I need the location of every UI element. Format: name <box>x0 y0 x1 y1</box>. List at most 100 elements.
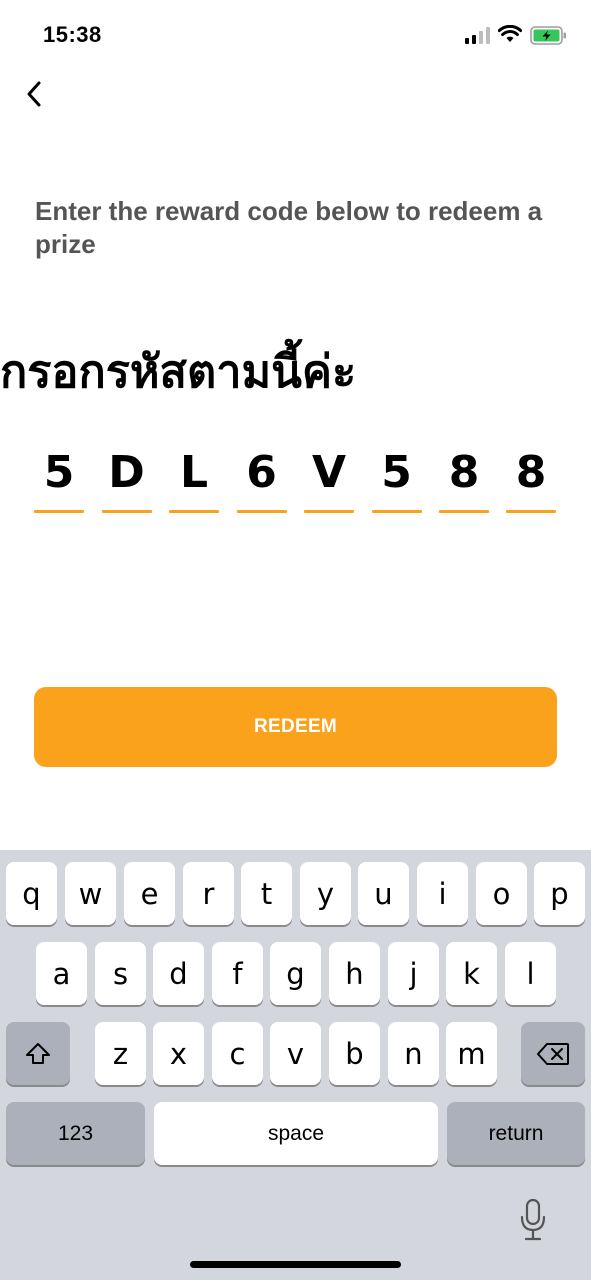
delete-key[interactable] <box>521 1022 585 1085</box>
return-key[interactable]: return <box>447 1102 585 1165</box>
shift-key[interactable] <box>6 1022 70 1085</box>
code-input-row[interactable]: 5 D L 6 V 5 8 8 <box>34 445 556 515</box>
key-label: m <box>457 1036 486 1071</box>
code-slot-1[interactable]: 5 <box>34 445 84 515</box>
status-time: 15:38 <box>43 22 102 47</box>
code-char: 8 <box>448 447 480 498</box>
key-label: w <box>78 876 103 911</box>
code-char: 6 <box>246 447 277 498</box>
instruction-text: Enter the reward code below to redeem a … <box>35 196 543 259</box>
key-a[interactable]: a <box>36 942 87 1005</box>
wifi-icon <box>498 25 522 42</box>
code-underline <box>169 510 219 513</box>
key-v[interactable]: v <box>270 1022 321 1085</box>
code-slot-3[interactable]: L <box>169 445 219 515</box>
microphone-icon[interactable] <box>517 1198 549 1242</box>
key-e[interactable]: e <box>124 862 175 925</box>
code-slot-7[interactable]: 8 <box>439 445 489 515</box>
key-d[interactable]: d <box>153 942 204 1005</box>
chevron-left-icon <box>27 81 41 107</box>
code-char: V <box>311 447 347 498</box>
key-label: r <box>202 876 215 911</box>
code-underline <box>304 510 354 513</box>
key-label: g <box>286 956 305 991</box>
code-slot-2[interactable]: D <box>101 445 152 515</box>
redeem-button[interactable]: REDEEM <box>34 687 557 767</box>
key-label: y <box>316 876 335 911</box>
status-bar: 15:38 <box>0 0 591 70</box>
key-label: space <box>267 1121 325 1145</box>
key-label: return <box>488 1121 544 1145</box>
key-x[interactable]: x <box>153 1022 204 1085</box>
key-label: x <box>169 1036 188 1071</box>
key-label: v <box>286 1036 305 1071</box>
code-heading: กรอกรหัสตามนี้ค่ะ <box>0 345 357 398</box>
redeem-button-label: REDEEM <box>253 716 338 737</box>
key-label: i <box>438 876 447 911</box>
key-label: s <box>112 956 129 991</box>
code-underline <box>371 510 422 513</box>
key-label: z <box>112 1036 129 1071</box>
key-label: k <box>463 956 480 991</box>
key-w[interactable]: w <box>65 862 116 925</box>
key-label: f <box>232 956 243 991</box>
key-b[interactable]: b <box>329 1022 380 1085</box>
numbers-key[interactable]: 123 <box>6 1102 145 1165</box>
back-button[interactable] <box>18 74 54 114</box>
key-label: b <box>345 1036 364 1071</box>
code-slot-5[interactable]: V <box>304 445 354 515</box>
key-label: 123 <box>57 1121 94 1145</box>
home-indicator[interactable] <box>190 1261 401 1268</box>
code-underline <box>34 510 84 513</box>
key-label: t <box>260 876 273 911</box>
key-label: j <box>409 956 418 991</box>
code-char: 8 <box>515 447 547 498</box>
space-key[interactable]: space <box>154 1102 438 1165</box>
key-g[interactable]: g <box>270 942 321 1005</box>
key-z[interactable]: z <box>95 1022 146 1085</box>
key-label: u <box>374 876 393 911</box>
key-label: e <box>140 876 159 911</box>
code-char: 5 <box>381 447 412 498</box>
code-underline <box>236 510 287 513</box>
key-m[interactable]: m <box>446 1022 497 1085</box>
key-h[interactable]: h <box>329 942 380 1005</box>
key-i[interactable]: i <box>417 862 468 925</box>
key-c[interactable]: c <box>212 1022 263 1085</box>
key-y[interactable]: y <box>300 862 351 925</box>
key-label: n <box>404 1036 423 1071</box>
key-label: l <box>526 956 535 991</box>
code-underline <box>439 510 489 513</box>
key-label: o <box>492 876 511 911</box>
key-q[interactable]: q <box>6 862 57 925</box>
key-n[interactable]: n <box>388 1022 439 1085</box>
key-u[interactable]: u <box>358 862 409 925</box>
delete-icon <box>537 1042 569 1065</box>
key-label: p <box>550 876 569 911</box>
battery-charging-icon <box>530 26 566 45</box>
code-char: 5 <box>43 447 75 498</box>
code-slot-8[interactable]: 8 <box>506 445 556 515</box>
code-underline <box>101 510 152 513</box>
key-l[interactable]: l <box>505 942 556 1005</box>
key-t[interactable]: t <box>241 862 292 925</box>
code-char: L <box>179 447 209 498</box>
key-f[interactable]: f <box>212 942 263 1005</box>
key-s[interactable]: s <box>95 942 146 1005</box>
key-p[interactable]: p <box>534 862 585 925</box>
key-label: h <box>345 956 364 991</box>
key-o[interactable]: o <box>476 862 527 925</box>
shift-icon <box>26 1042 50 1064</box>
cellular-signal-icon <box>465 27 490 44</box>
key-k[interactable]: k <box>446 942 497 1005</box>
code-slot-6[interactable]: 5 <box>371 445 422 515</box>
key-label: d <box>169 956 188 991</box>
key-r[interactable]: r <box>183 862 234 925</box>
key-label: c <box>229 1036 246 1071</box>
key-label: a <box>52 956 71 991</box>
code-underline <box>506 510 556 513</box>
code-slot-4[interactable]: 6 <box>236 445 287 515</box>
key-j[interactable]: j <box>388 942 439 1005</box>
key-label: q <box>22 876 41 911</box>
code-char: D <box>108 447 145 498</box>
